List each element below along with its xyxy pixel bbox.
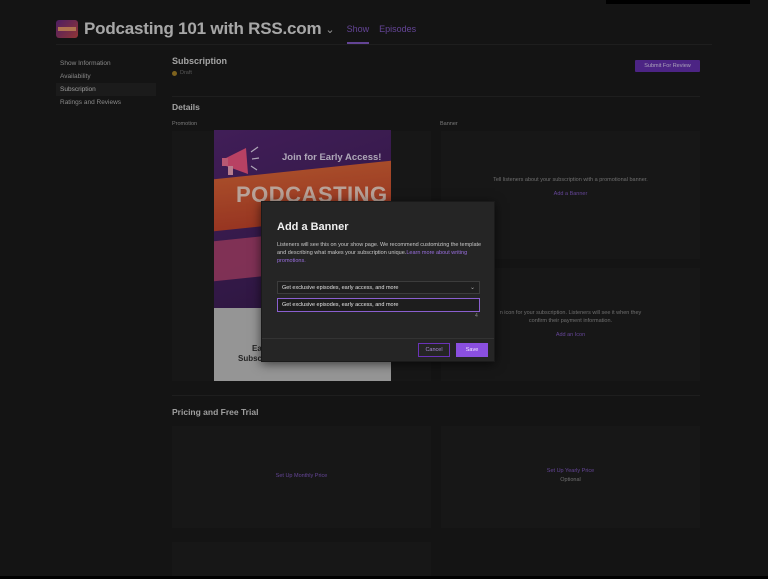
dialog-title: Add a Banner xyxy=(277,221,349,233)
chevron-down-icon: ⌄ xyxy=(469,285,475,291)
select-value: Get exclusive episodes, early access, an… xyxy=(282,284,399,291)
cancel-button[interactable]: Cancel xyxy=(418,343,450,357)
save-button[interactable]: Save xyxy=(456,343,488,357)
banner-template-select[interactable]: Get exclusive episodes, early access, an… xyxy=(277,281,480,294)
character-counter: 4 xyxy=(475,313,478,319)
dialog-divider xyxy=(262,338,494,339)
banner-text-input[interactable] xyxy=(277,298,480,312)
dialog-description: Listeners will see this on your show pag… xyxy=(277,241,485,265)
add-banner-dialog: Add a Banner Listeners will see this on … xyxy=(261,201,495,362)
